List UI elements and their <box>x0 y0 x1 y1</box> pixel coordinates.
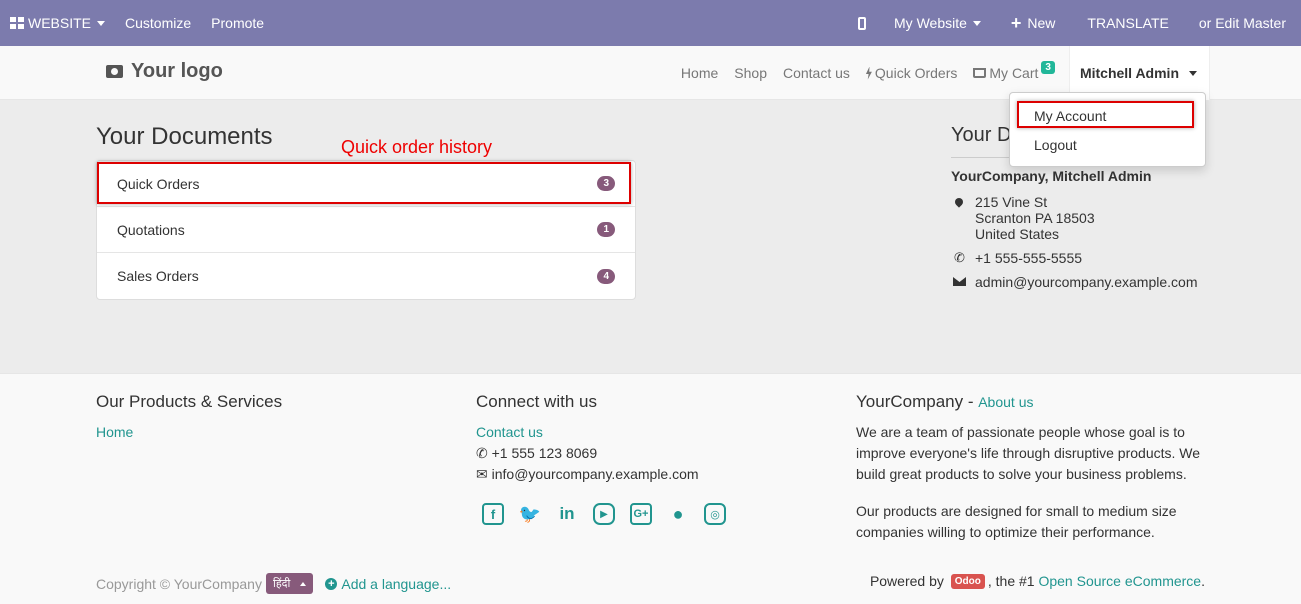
menu-item-my-account[interactable]: My Account <box>1010 105 1205 134</box>
footer-email: ✉ info@yourcompany.example.com <box>476 464 796 485</box>
caret-up-icon <box>300 581 307 586</box>
open-source-ecommerce-link[interactable]: Open Source eCommerce <box>1038 573 1201 589</box>
camera-icon <box>106 65 123 78</box>
powered-by: Powered by Odoo , the #1 Open Source eCo… <box>870 573 1205 589</box>
envelope-icon <box>953 277 966 286</box>
plus-icon: + <box>1010 13 1022 33</box>
linkedin-icon[interactable]: in <box>556 503 578 525</box>
caret-down-icon <box>1189 70 1197 76</box>
my-website-label: My Website <box>894 15 967 31</box>
email-address: admin@yourcompany.example.com <box>975 274 1198 290</box>
count-badge: 3 <box>597 176 615 191</box>
new-button[interactable]: + New <box>991 0 1066 46</box>
document-item-label: Quotations <box>117 221 185 238</box>
language-selector[interactable]: हिंदी <box>265 573 314 594</box>
odoo-badge[interactable]: Odoo <box>950 573 985 589</box>
cart-count-badge: 3 <box>1041 60 1055 74</box>
new-label: New <box>1027 15 1056 31</box>
copyright-text: Copyright © YourCompany <box>96 575 262 592</box>
customize-menu[interactable]: Customize <box>115 0 201 46</box>
count-badge: 1 <box>597 222 615 237</box>
annotation-label: Quick order history <box>341 137 493 157</box>
footer-about-title: YourCompany - About us <box>856 392 1216 412</box>
translate-button[interactable]: TRANSLATE <box>1065 0 1178 46</box>
google-plus-icon[interactable]: G+ <box>630 503 652 525</box>
user-dropdown-menu: My Account Logout <box>1009 92 1206 167</box>
twitter-icon[interactable]: 🐦 <box>519 503 541 525</box>
nav-my-cart[interactable]: My Cart 3 <box>965 60 1063 81</box>
mobile-phone-icon <box>858 16 867 30</box>
instagram-icon[interactable]: ◎ <box>704 503 726 525</box>
footer-about-paragraph: Our products are designed for small to m… <box>856 503 1177 540</box>
footer-products-title: Our Products & Services <box>96 392 283 411</box>
apps-grid-icon <box>10 17 24 29</box>
cart-icon <box>973 68 987 78</box>
add-language-label: Add a language... <box>341 575 452 592</box>
document-item-label: Quick Orders <box>117 175 200 192</box>
powered-by-period: . <box>1201 573 1205 589</box>
footer-link-about-us[interactable]: About us <box>978 394 1033 410</box>
edit-master-button[interactable]: or Edit Master <box>1179 0 1301 46</box>
address: 215 Vine St Scranton PA 18503 United Sta… <box>975 194 1095 242</box>
site-footer: Our Products & Services Home Connect wit… <box>0 373 1301 604</box>
map-marker-icon <box>953 196 965 208</box>
address-line: 215 Vine St <box>975 194 1048 210</box>
powered-by-text: Powered by <box>869 573 944 589</box>
main-nav: Home Shop Contact us Quick Orders My Car… <box>673 46 1301 100</box>
footer-about-separator: - <box>963 392 979 411</box>
facebook-icon[interactable]: f <box>482 503 504 525</box>
copyright: Copyright © YourCompany हिंदी + Add a la… <box>96 573 451 594</box>
powered-by-rank: , the #1 <box>987 573 1035 589</box>
envelope-icon: ✉ <box>476 466 492 482</box>
mobile-preview-button[interactable] <box>848 0 884 46</box>
phone-number: +1 555-555-5555 <box>975 250 1083 266</box>
nav-my-cart-label: My Cart <box>989 65 1039 81</box>
menu-item-logout[interactable]: Logout <box>1010 134 1205 163</box>
documents-list: Quick Orders 3 Quotations 1 Sales Orders… <box>96 160 636 300</box>
page-title: Your Documents <box>96 123 273 150</box>
footer-connect-title: Connect with us <box>476 392 597 411</box>
phone-icon: ✆ <box>476 445 492 461</box>
my-website-menu[interactable]: My Website <box>884 0 991 46</box>
add-language-link[interactable]: + Add a language... <box>325 576 451 592</box>
website-menu-label: WEBSITE <box>28 15 92 31</box>
footer-phone: ✆ +1 555 123 8069 <box>476 443 796 464</box>
github-icon[interactable]: ● <box>667 503 689 525</box>
company-name: YourCompany, Mitchell Admin <box>951 168 1152 184</box>
site-logo[interactable]: Your logo <box>106 60 223 83</box>
footer-about-company: YourCompany <box>856 392 964 411</box>
nav-contact-us[interactable]: Contact us <box>775 65 858 81</box>
nav-quick-orders-label: Quick Orders <box>874 65 958 81</box>
document-item-label: Sales Orders <box>117 268 199 284</box>
caret-down-icon <box>97 20 106 26</box>
promote-menu[interactable]: Promote <box>201 0 274 46</box>
website-menu[interactable]: WEBSITE <box>0 0 115 46</box>
contact-details: 215 Vine St Scranton PA 18503 United Sta… <box>951 194 1198 298</box>
caret-down-icon <box>972 20 981 26</box>
plus-circle-icon: + <box>325 577 338 590</box>
social-links: f 🐦 in ▶ G+ ● ◎ <box>482 503 796 525</box>
count-badge: 4 <box>597 268 615 284</box>
footer-link-contact-us[interactable]: Contact us <box>476 422 796 443</box>
bolt-icon <box>865 66 872 80</box>
address-line: Scranton PA 18503 <box>975 210 1095 226</box>
phone-icon: ✆ <box>954 250 965 265</box>
website-admin-bar: WEBSITE Customize Promote My Website + N… <box>0 0 1301 46</box>
document-item-quotations[interactable]: Quotations 1 <box>97 207 635 253</box>
logo-text: Your logo <box>131 60 223 82</box>
footer-email-text: info@yourcompany.example.com <box>491 466 699 482</box>
address-line: United States <box>975 226 1060 242</box>
nav-home[interactable]: Home <box>673 65 726 81</box>
nav-shop[interactable]: Shop <box>726 65 775 81</box>
footer-about-paragraph: We are a team of passionate people whose… <box>856 424 1201 482</box>
footer-link-home[interactable]: Home <box>96 422 396 443</box>
document-item-sales-orders[interactable]: Sales Orders 4 <box>97 253 635 299</box>
document-item-quick-orders[interactable]: Quick Orders 3 <box>97 161 635 207</box>
nav-quick-orders[interactable]: Quick Orders <box>858 65 965 81</box>
footer-phone-text: +1 555 123 8069 <box>491 445 598 461</box>
language-label: हिंदी <box>272 578 291 590</box>
user-name: Mitchell Admin <box>1079 65 1179 81</box>
youtube-icon[interactable]: ▶ <box>593 503 615 525</box>
